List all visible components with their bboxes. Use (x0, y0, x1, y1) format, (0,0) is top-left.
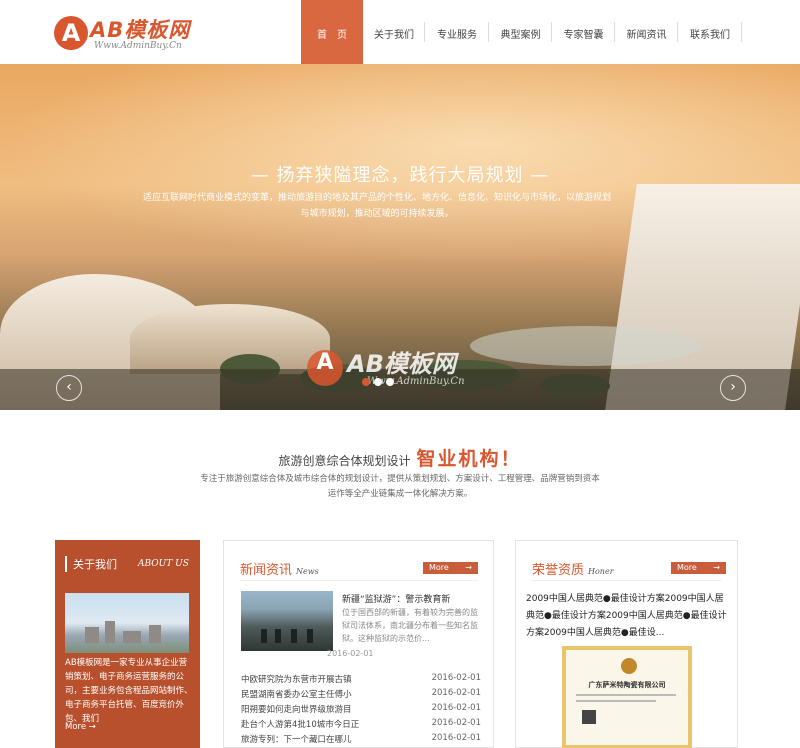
nav-item-label: 典型案例 (500, 30, 541, 41)
honor-heading: 荣誉资质 Honer (532, 559, 614, 578)
logo-title: AB模板网 (90, 18, 191, 42)
prev-slide-icon[interactable]: ‹ (56, 375, 82, 401)
news-item-date: 2016-02-01 (431, 718, 481, 728)
nav-item-label: 专业服务 (437, 30, 477, 41)
news-item-date: 2016-02-01 (431, 673, 481, 683)
news-item-title: 中欧研究院为东营市开展古镇 (241, 675, 352, 685)
news-list-item[interactable]: 中欧研究院为东营市开展古镇 2016-02-01 (241, 673, 481, 688)
qr-code-icon (582, 710, 596, 724)
slide-dots (362, 378, 394, 386)
watermark-badge: A (307, 350, 343, 386)
certificate-seal-icon (621, 658, 637, 674)
nav-item-home[interactable]: 首 页 (301, 0, 363, 64)
nav-item-cases[interactable]: 典型案例 (489, 0, 552, 64)
honor-title-en: Honer (588, 567, 614, 576)
logo-subtitle: Www.AdminBuy.Cn (94, 41, 182, 51)
news-featured-date: 2016-02-01 (327, 649, 374, 658)
nav-item-about[interactable]: 关于我们 (363, 0, 425, 64)
certificate-body: 广东萨米特陶瓷有限公司 (566, 650, 688, 745)
header: A AB模板网 Www.AdminBuy.Cn 首 页 关于我们 专业服务 典型… (0, 0, 800, 64)
news-title: 新闻资讯 (240, 563, 293, 578)
news-item-title: 旅游专列：下一个藏口在哪儿 (241, 735, 352, 745)
honor-text[interactable]: 2009中国人居典范●最佳设计方案2009中国人居典范●最佳设计方案2009中国… (526, 591, 729, 642)
news-heading: 新闻资讯 News (240, 559, 319, 578)
news-item-date: 2016-02-01 (431, 703, 481, 713)
honor-panel: 荣誉资质Honer More 2009中国人居典范●最佳设计方案2009中国人居… (515, 540, 738, 748)
intro-title-accent: 智业机构！ (416, 448, 522, 470)
news-more-button[interactable]: More (423, 562, 478, 574)
news-item-title: 阳朔要如何走向世界级旅游目 (241, 705, 352, 715)
honor-title: 荣誉资质 (532, 563, 585, 578)
news-featured-desc: 位于国西部的新疆，有着较为完善的监狱司法体系，南北疆分布着一些知名监狱。这种监狱… (342, 608, 478, 643)
news-item-title: 赴台个人游第4批10城市今日正 (241, 720, 360, 730)
news-list-item[interactable]: 赴台个人游第4批10城市今日正 2016-02-01 (241, 718, 481, 733)
about-panel: 关于我们 ABOUT US AB模板网是一家专业从事企业营销策划、电子商务运营服… (55, 540, 200, 748)
certificate-title: 广东萨米特陶瓷有限公司 (588, 681, 666, 689)
news-item-title: 民盟湖南省委办公室主任傅小 (241, 690, 352, 700)
certificate-image[interactable]: 广东萨米特陶瓷有限公司 (562, 646, 692, 748)
divider (532, 580, 722, 581)
divider (240, 580, 478, 581)
news-list-item[interactable]: 阳朔要如何走向世界级旅游目 2016-02-01 (241, 703, 481, 718)
nav-item-news[interactable]: 新闻资讯 (615, 0, 678, 64)
about-title-en: ABOUT US (138, 559, 189, 569)
about-more-link[interactable]: More → (65, 722, 96, 732)
slide-dot[interactable] (374, 378, 382, 386)
news-item-date: 2016-02-01 (431, 733, 481, 743)
news-panel: 新闻资讯News More 新疆“监狱游”：警示教育新 位于国西部的新疆，有着较… (223, 540, 494, 748)
about-image (65, 593, 189, 653)
hero-banner: — 扬弃狭隘理念，践行大局规划 — 适应互联网时代商业模式的变革，推动旅游目的地… (0, 64, 800, 410)
intro-description: 专注于旅游创意综合体及城市综合体的规划设计，提供从策划规划、方案设计、工程管理、… (200, 474, 600, 499)
watermark-title: AB模板网 (347, 350, 456, 378)
nav-item-label: 新闻资讯 (626, 30, 667, 41)
nav-item-label: 首 页 (317, 30, 347, 41)
news-list-item[interactable]: 民盟湖南省委办公室主任傅小 2016-02-01 (241, 688, 481, 703)
nav-item-experts[interactable]: 专家智囊 (552, 0, 615, 64)
intro-title-main: 旅游创意综合体规划设计 (278, 454, 411, 468)
honor-more-button[interactable]: More (671, 562, 726, 574)
news-featured-image[interactable] (241, 591, 333, 651)
nav-item-contact[interactable]: 联系我们 (678, 0, 742, 64)
news-title-en: News (296, 567, 319, 576)
watermark: A AB模板网 Www.AdminBuy.Cn (307, 340, 507, 400)
nav-item-label: 专家智囊 (563, 30, 604, 41)
nav-item-label: 联系我们 (690, 30, 730, 41)
banner-description: 适应互联网时代商业模式的变革，推动旅游目的地及其产品的个性化、地方化、信息化、知… (142, 193, 611, 219)
nav-item-label: 关于我们 (374, 30, 414, 41)
logo[interactable]: A AB模板网 Www.AdminBuy.Cn (54, 14, 204, 54)
news-list-item[interactable]: 旅游专列：下一个藏口在哪儿 2016-02-01 (241, 733, 481, 748)
nav-item-services[interactable]: 专业服务 (425, 0, 489, 64)
news-item-date: 2016-02-01 (431, 688, 481, 698)
main-nav: 首 页 关于我们 专业服务 典型案例 专家智囊 新闻资讯 联系我们 (301, 0, 742, 64)
banner-slogan: — 扬弃狭隘理念，践行大局规划 — (250, 165, 550, 186)
slide-dot[interactable] (386, 378, 394, 386)
next-slide-icon[interactable]: › (720, 375, 746, 401)
about-text: AB模板网是一家专业从事企业营销策划、电子商务运营服务的公司，主要业务包含程品网… (65, 658, 193, 724)
logo-badge-icon: A (54, 16, 88, 50)
slide-dot[interactable] (362, 378, 370, 386)
news-featured-title[interactable]: 新疆“监狱游”：警示教育新 (342, 592, 450, 605)
about-title: 关于我们 (65, 556, 117, 572)
news-list: 中欧研究院为东营市开展古镇 2016-02-01 民盟湖南省委办公室主任傅小 201… (241, 673, 481, 748)
intro-heading: 旅游创意综合体规划设计 智业机构！ (0, 444, 800, 471)
